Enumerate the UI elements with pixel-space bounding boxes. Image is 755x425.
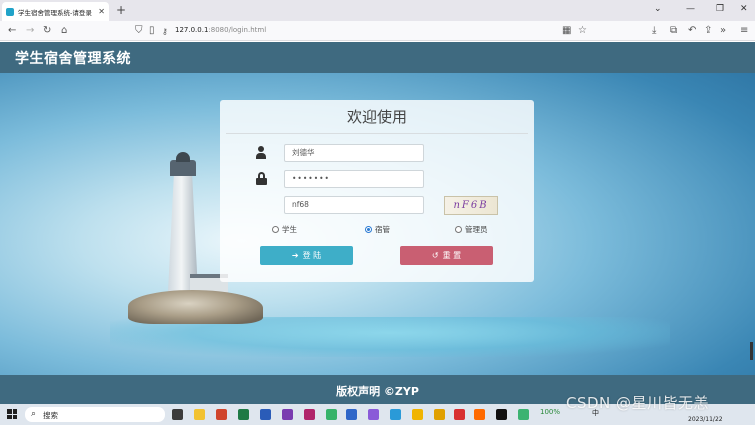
lighthouse-lantern (170, 160, 196, 176)
login-panel: 欢迎使用 刘德华 ••••••• nf68 nF6B 学生 宿管 管理员 ➔ 登… (220, 100, 534, 282)
outlook-icon[interactable] (346, 409, 357, 420)
radio-student-icon[interactable] (272, 226, 279, 233)
tray-date[interactable]: 2023/11/22 (688, 416, 723, 423)
wps-icon[interactable] (454, 409, 465, 420)
reset-button[interactable]: ↺ 重 置 (400, 246, 493, 265)
history-icon[interactable]: ↶ (688, 25, 696, 37)
minimize-icon[interactable]: — (686, 4, 695, 14)
qr-code-icon[interactable]: ▦ (562, 25, 571, 37)
bookmark-star-icon[interactable]: ☆ (578, 25, 587, 37)
divider (226, 133, 528, 134)
task-view-icon[interactable] (172, 409, 183, 420)
role-label-dorm-manager: 宿管 (375, 225, 390, 234)
windows-start-icon[interactable] (7, 409, 17, 419)
overflow-chevron-icon[interactable]: » (720, 25, 726, 37)
explorer-icon[interactable] (412, 409, 423, 420)
page-icon: ▯ (149, 25, 155, 36)
role-label-student: 学生 (282, 225, 297, 234)
favicon-icon (6, 7, 14, 16)
close-tab-icon[interactable]: ✕ (98, 7, 105, 16)
chrome-like-icon[interactable] (368, 409, 379, 420)
lock-icon (255, 172, 267, 185)
arrow-right-icon: ➔ (291, 251, 299, 260)
rock-island (128, 290, 263, 324)
user-icon (255, 146, 267, 159)
folder-icon[interactable] (434, 409, 445, 420)
edge-icon[interactable] (390, 409, 401, 420)
browser-tab[interactable]: 学生宿舍管理系统-请登录 ✕ (2, 2, 109, 21)
new-tab-icon[interactable]: + (116, 3, 126, 17)
csdn-watermark: CSDN @星川皆无恙 (566, 394, 710, 412)
url-host: 127.0.0.1 (175, 26, 209, 34)
powerpoint-icon[interactable] (216, 409, 227, 420)
forward-icon[interactable]: → (26, 25, 34, 37)
shield-icon[interactable]: ⛉ (135, 25, 143, 37)
reload-icon[interactable]: ↻ (43, 25, 51, 37)
captcha-image[interactable]: nF6B (444, 196, 498, 215)
radio-admin-icon[interactable] (455, 226, 462, 233)
tab-title: 学生宿舍管理系统-请登录 (18, 8, 92, 17)
role-radio-student[interactable]: 学生 (272, 224, 297, 235)
role-radio-dorm-manager[interactable]: 宿管 (365, 224, 390, 235)
lighthouse-cap (176, 152, 190, 162)
onenote-icon[interactable] (282, 409, 293, 420)
radio-dorm-manager-icon[interactable] (365, 226, 372, 233)
search-icon: ⌕ (31, 409, 37, 419)
download-icon[interactable]: ⤓ (652, 25, 656, 37)
extension-icon[interactable]: ⧉ (670, 25, 677, 37)
taskbar-search[interactable]: ⌕ 搜索 (25, 407, 165, 422)
login-button[interactable]: ➔ 登 陆 (260, 246, 353, 265)
app-green-icon[interactable] (518, 409, 529, 420)
word-icon[interactable] (260, 409, 271, 420)
scrollbar-thumb[interactable] (750, 342, 753, 360)
share-icon[interactable]: ⇪ (704, 25, 712, 37)
username-input[interactable]: 刘德华 (284, 144, 424, 162)
role-radio-admin[interactable]: 管理员 (455, 224, 488, 235)
role-label-admin: 管理员 (465, 225, 488, 234)
browser-nav-bar: ← → ↻ ⌂ ⛉ ▯ ⚷ 127.0.0.1:8080/login.html … (0, 21, 755, 41)
login-button-label: 登 陆 (302, 251, 322, 260)
site-header: 学生宿舍管理系统 (0, 42, 755, 73)
back-icon[interactable]: ← (8, 25, 16, 37)
key-icon: ⚷ (162, 27, 168, 36)
maximize-icon[interactable]: ❐ (716, 4, 724, 14)
qq-icon[interactable] (496, 409, 507, 420)
sticky-notes-icon[interactable] (194, 409, 205, 420)
home-icon[interactable]: ⌂ (61, 25, 67, 37)
address-bar[interactable]: 127.0.0.1:8080/login.html (175, 26, 266, 34)
excel-icon[interactable] (238, 409, 249, 420)
login-page: 学生宿舍管理系统 欢迎使用 刘德华 ••••••• nf68 nF6B 学生 宿… (0, 42, 755, 404)
app-icon[interactable] (304, 409, 315, 420)
login-title: 欢迎使用 (346, 108, 407, 126)
site-title: 学生宿舍管理系统 (15, 51, 131, 67)
browser-tab-bar: 学生宿舍管理系统-请登录 ✕ + ⌄ — ❐ ✕ (0, 0, 755, 21)
captcha-input[interactable]: nf68 (284, 196, 424, 214)
wechat-icon[interactable] (326, 409, 337, 420)
password-input[interactable]: ••••••• (284, 170, 424, 188)
tab-list-icon[interactable]: ⌄ (654, 4, 662, 14)
close-window-icon[interactable]: ✕ (740, 4, 748, 14)
reset-button-label: 重 置 (442, 251, 462, 260)
taskbar-search-label: 搜索 (43, 411, 58, 420)
refresh-icon: ↺ (431, 251, 439, 260)
battery-indicator[interactable]: 100% (540, 408, 560, 416)
firefox-icon[interactable] (474, 409, 485, 420)
url-path: :8080/login.html (208, 26, 267, 34)
menu-icon[interactable]: ≡ (740, 25, 748, 37)
